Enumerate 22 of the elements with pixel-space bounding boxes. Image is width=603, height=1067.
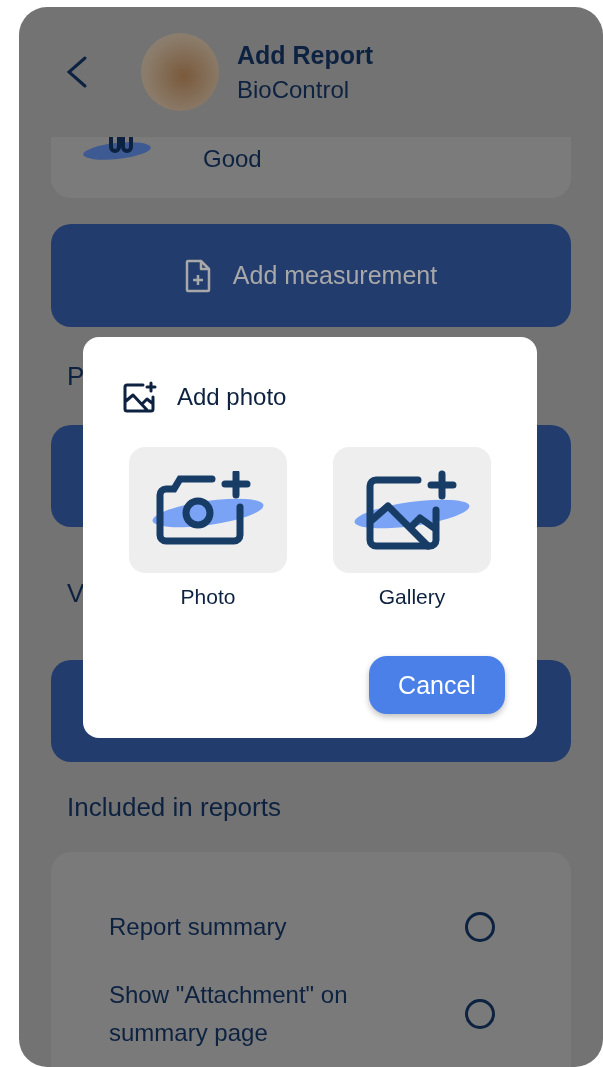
- dialog-title: Add photo: [177, 383, 287, 411]
- section-heading: V: [67, 578, 85, 609]
- image-plus-icon: [352, 470, 472, 550]
- back-icon[interactable]: [65, 54, 89, 90]
- page-title: Add Report: [237, 40, 374, 70]
- status-text: Good: [203, 145, 262, 173]
- section-heading: Included in reports: [67, 791, 281, 823]
- option-label: Report summary: [109, 912, 288, 942]
- image-sparkle-icon: [123, 381, 157, 413]
- radio-button[interactable]: [465, 999, 495, 1029]
- option-caption: Gallery: [378, 585, 446, 609]
- photo-option-button[interactable]: [333, 447, 491, 573]
- page-subtitle: BioControl: [237, 75, 351, 104]
- file-plus-icon: [184, 258, 211, 293]
- option-label: Show "Attachment" on summary page: [109, 980, 349, 1048]
- cancel-button[interactable]: Cancel: [369, 656, 505, 714]
- radio-button[interactable]: [465, 912, 495, 942]
- photo-option-button[interactable]: [129, 447, 287, 573]
- wave-icon: [83, 137, 153, 163]
- section-heading: P: [67, 360, 85, 392]
- add-measurement-button[interactable]: Add measurement: [51, 224, 571, 327]
- option-caption: Photo: [180, 585, 236, 609]
